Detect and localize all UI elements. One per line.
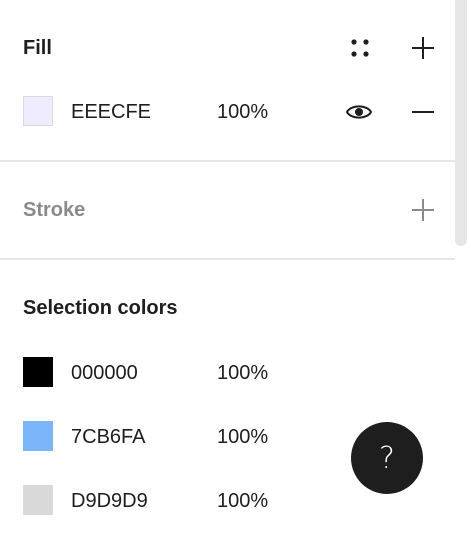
fill-opacity-value[interactable]: 100% [217, 100, 268, 124]
fill-section-title: Fill [23, 37, 52, 59]
question-mark-icon: ? [379, 440, 395, 476]
scrollbar-thumb[interactable] [455, 0, 467, 246]
styles-grid-icon[interactable] [348, 36, 372, 60]
remove-fill-minus-icon[interactable] [410, 99, 436, 125]
selection-color-hex[interactable]: 7CB6FA [71, 425, 145, 449]
selection-color-swatch[interactable] [23, 485, 53, 515]
selection-color-opacity[interactable]: 100% [217, 489, 268, 513]
selection-color-hex[interactable]: D9D9D9 [71, 489, 148, 513]
selection-color-hex[interactable]: 000000 [71, 361, 138, 385]
selection-color-opacity[interactable]: 100% [217, 361, 268, 385]
selection-color-swatch[interactable] [23, 357, 53, 387]
selection-color-opacity[interactable]: 100% [217, 425, 268, 449]
add-stroke-plus-icon[interactable] [410, 197, 436, 223]
section-divider [0, 160, 455, 162]
help-button[interactable]: ? [351, 422, 423, 494]
section-divider [0, 258, 455, 260]
selection-color-swatch[interactable] [23, 421, 53, 451]
eye-icon[interactable] [345, 100, 373, 124]
add-fill-plus-icon[interactable] [410, 35, 436, 61]
design-properties-panel: Fill EEECFE 100% Stroke Selection colors… [0, 0, 455, 542]
stroke-section-title: Stroke [23, 199, 86, 221]
selection-colors-title: Selection colors [23, 297, 178, 319]
fill-hex-value[interactable]: EEECFE [71, 100, 151, 124]
fill-color-swatch[interactable] [23, 96, 53, 126]
